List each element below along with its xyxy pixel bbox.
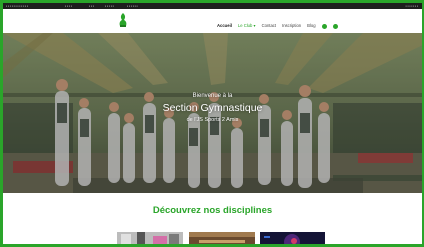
disciplines-heading: Découvrez nos disciplines bbox=[152, 205, 273, 216]
nav-item-le-club[interactable]: Le Club ▾ bbox=[238, 22, 256, 30]
hero-pretitle: Bienvenue à la bbox=[192, 93, 233, 99]
nav-item-blog[interactable]: Blog bbox=[307, 22, 315, 30]
nav-item-contact[interactable]: Contact bbox=[262, 22, 276, 30]
nav-item-accueil[interactable]: Accueil bbox=[217, 22, 232, 30]
discipline-card-image[interactable] bbox=[189, 232, 255, 247]
hero-banner: Bienvenue à la Section Gymnastique de l'… bbox=[3, 33, 422, 193]
instagram-icon[interactable] bbox=[332, 23, 338, 29]
hero-text: Bienvenue à la Section Gymnastique de l'… bbox=[3, 93, 422, 123]
facebook-icon[interactable] bbox=[321, 23, 327, 29]
discipline-card-image[interactable] bbox=[117, 232, 183, 247]
nav-item-inscription[interactable]: Inscription bbox=[282, 22, 301, 30]
hero-title: Section Gymnastique bbox=[162, 102, 263, 114]
main-navigation: Accueil Le Club ▾ Contact Inscription Bl… bbox=[217, 22, 338, 30]
club-logo[interactable] bbox=[117, 12, 129, 28]
browser-frame: ▪ ▪ ▪ ▪ ▪ ▪ ▪ ▪ ▪ ▪ ▪ ▪ ▪ ▪ ▪ ▪ ▪ ▪ ▪ ▪ … bbox=[0, 0, 424, 247]
discipline-card-image[interactable] bbox=[260, 232, 325, 247]
site-header: Accueil Le Club ▾ Contact Inscription Bl… bbox=[3, 9, 422, 33]
hero-subtitle: de l'JS Sports 2 Amis bbox=[186, 117, 239, 123]
